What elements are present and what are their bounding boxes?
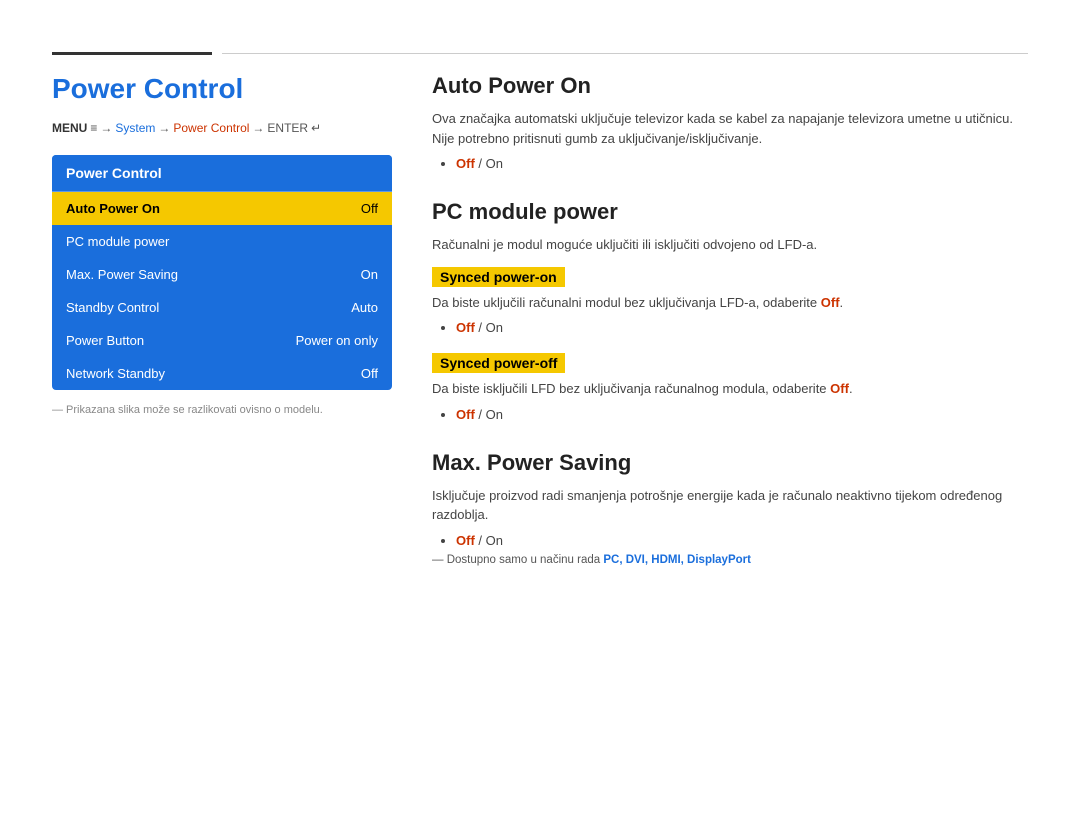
page-title: Power Control [52, 73, 392, 105]
section-pc-module-desc: Računalni je modul moguće uključiti ili … [432, 235, 1028, 255]
section-pc-module-title: PC module power [432, 199, 1028, 225]
menu-box: Power Control Auto Power On Off PC modul… [52, 155, 392, 390]
note-arrow: ― [432, 554, 447, 566]
breadcrumb-enter-icon: ↵ [311, 121, 321, 135]
synced-off-slash: / On [478, 407, 503, 422]
menu-item-max-power-value: On [361, 267, 378, 282]
breadcrumb-system[interactable]: System [115, 121, 155, 135]
synced-power-off-desc: Da biste isključili LFD bez uključivanja… [432, 379, 1028, 399]
menu-item-pc-module-label: PC module power [66, 234, 169, 249]
synced-on-option: Off / On [456, 320, 1028, 335]
rule-long [222, 53, 1028, 54]
left-panel: Power Control MENU ≡ → System → Power Co… [52, 73, 392, 594]
auto-power-on-option: Off / On [456, 156, 1028, 171]
auto-power-on-slash: / On [478, 156, 503, 171]
auto-power-on-options: Off / On [432, 156, 1028, 171]
section-max-power-title: Max. Power Saving [432, 450, 1028, 476]
max-power-option: Off / On [456, 533, 1028, 548]
synced-on-desc-text: Da biste uključili računalni modul bez u… [432, 295, 821, 310]
synced-on-slash: / On [478, 320, 503, 335]
section-auto-power-on: Auto Power On Ova značajka automatski uk… [432, 73, 1028, 171]
synced-power-on-subsection: Synced power-on Da biste uključili račun… [432, 263, 1028, 336]
synced-off-options: Off / On [432, 407, 1028, 422]
menu-item-power-button-label: Power Button [66, 333, 144, 348]
synced-power-off-subsection: Synced power-off Da biste isključili LFD… [432, 349, 1028, 422]
menu-item-network-standby-label: Network Standby [66, 366, 165, 381]
menu-item-power-button-value: Power on only [296, 333, 378, 348]
section-auto-power-on-title: Auto Power On [432, 73, 1028, 99]
menu-header: Power Control [52, 155, 392, 192]
auto-power-on-off: Off [456, 156, 475, 171]
rule-short [52, 52, 212, 55]
breadcrumb-menu-icon: ≡ [90, 121, 97, 135]
footnote: ― Prikazana slika može se razlikovati ov… [52, 404, 392, 416]
menu-item-standby[interactable]: Standby Control Auto [52, 291, 392, 324]
menu-item-power-button[interactable]: Power Button Power on only [52, 324, 392, 357]
menu-item-auto-power-on-value: Off [361, 201, 378, 216]
breadcrumb-power-control[interactable]: Power Control [173, 121, 249, 135]
synced-power-on-label: Synced power-on [432, 267, 565, 287]
synced-on-options: Off / On [432, 320, 1028, 335]
note-prefix: Dostupno samo u načinu rada [447, 554, 604, 566]
breadcrumb-arrow3: → [252, 121, 264, 135]
menu-item-standby-value: Auto [351, 300, 378, 315]
max-power-options: Off / On [432, 533, 1028, 548]
content-area: Power Control MENU ≡ → System → Power Co… [0, 73, 1080, 594]
breadcrumb-arrow2: → [158, 121, 170, 135]
menu-item-max-power-label: Max. Power Saving [66, 267, 178, 282]
max-power-slash: / On [478, 533, 503, 548]
menu-item-network-standby-value: Off [361, 366, 378, 381]
section-pc-module: PC module power Računalni je modul moguć… [432, 199, 1028, 422]
menu-item-standby-label: Standby Control [66, 300, 159, 315]
menu-item-auto-power-on-label: Auto Power On [66, 201, 160, 216]
synced-off-desc-end: . [849, 381, 853, 396]
top-rule [0, 52, 1080, 55]
synced-on-desc-highlight: Off [821, 295, 840, 310]
synced-on-off: Off [456, 320, 475, 335]
menu-item-pc-module[interactable]: PC module power [52, 225, 392, 258]
max-power-note: ― Dostupno samo u načinu rada PC, DVI, H… [432, 554, 1028, 566]
breadcrumb-enter: ENTER [267, 121, 308, 135]
breadcrumb: MENU ≡ → System → Power Control → ENTER … [52, 121, 392, 135]
section-max-power-desc: Isključuje proizvod radi smanjenja potro… [432, 486, 1028, 525]
synced-off-desc-text: Da biste isključili LFD bez uključivanja… [432, 381, 830, 396]
breadcrumb-arrow1: → [100, 121, 112, 135]
note-links: PC, DVI, HDMI, DisplayPort [603, 554, 751, 566]
right-panel: Auto Power On Ova značajka automatski uk… [432, 73, 1028, 594]
menu-item-max-power[interactable]: Max. Power Saving On [52, 258, 392, 291]
max-power-off: Off [456, 533, 475, 548]
menu-item-auto-power-on[interactable]: Auto Power On Off [52, 192, 392, 225]
section-max-power: Max. Power Saving Isključuje proizvod ra… [432, 450, 1028, 566]
synced-off-off: Off [456, 407, 475, 422]
breadcrumb-menu: MENU [52, 121, 87, 135]
synced-on-desc-end: . [840, 295, 844, 310]
synced-off-option: Off / On [456, 407, 1028, 422]
section-auto-power-on-desc: Ova značajka automatski uključuje televi… [432, 109, 1028, 148]
synced-off-desc-highlight: Off [830, 381, 849, 396]
synced-power-on-desc: Da biste uključili računalni modul bez u… [432, 293, 1028, 313]
menu-item-network-standby[interactable]: Network Standby Off [52, 357, 392, 390]
synced-power-off-label: Synced power-off [432, 353, 565, 373]
